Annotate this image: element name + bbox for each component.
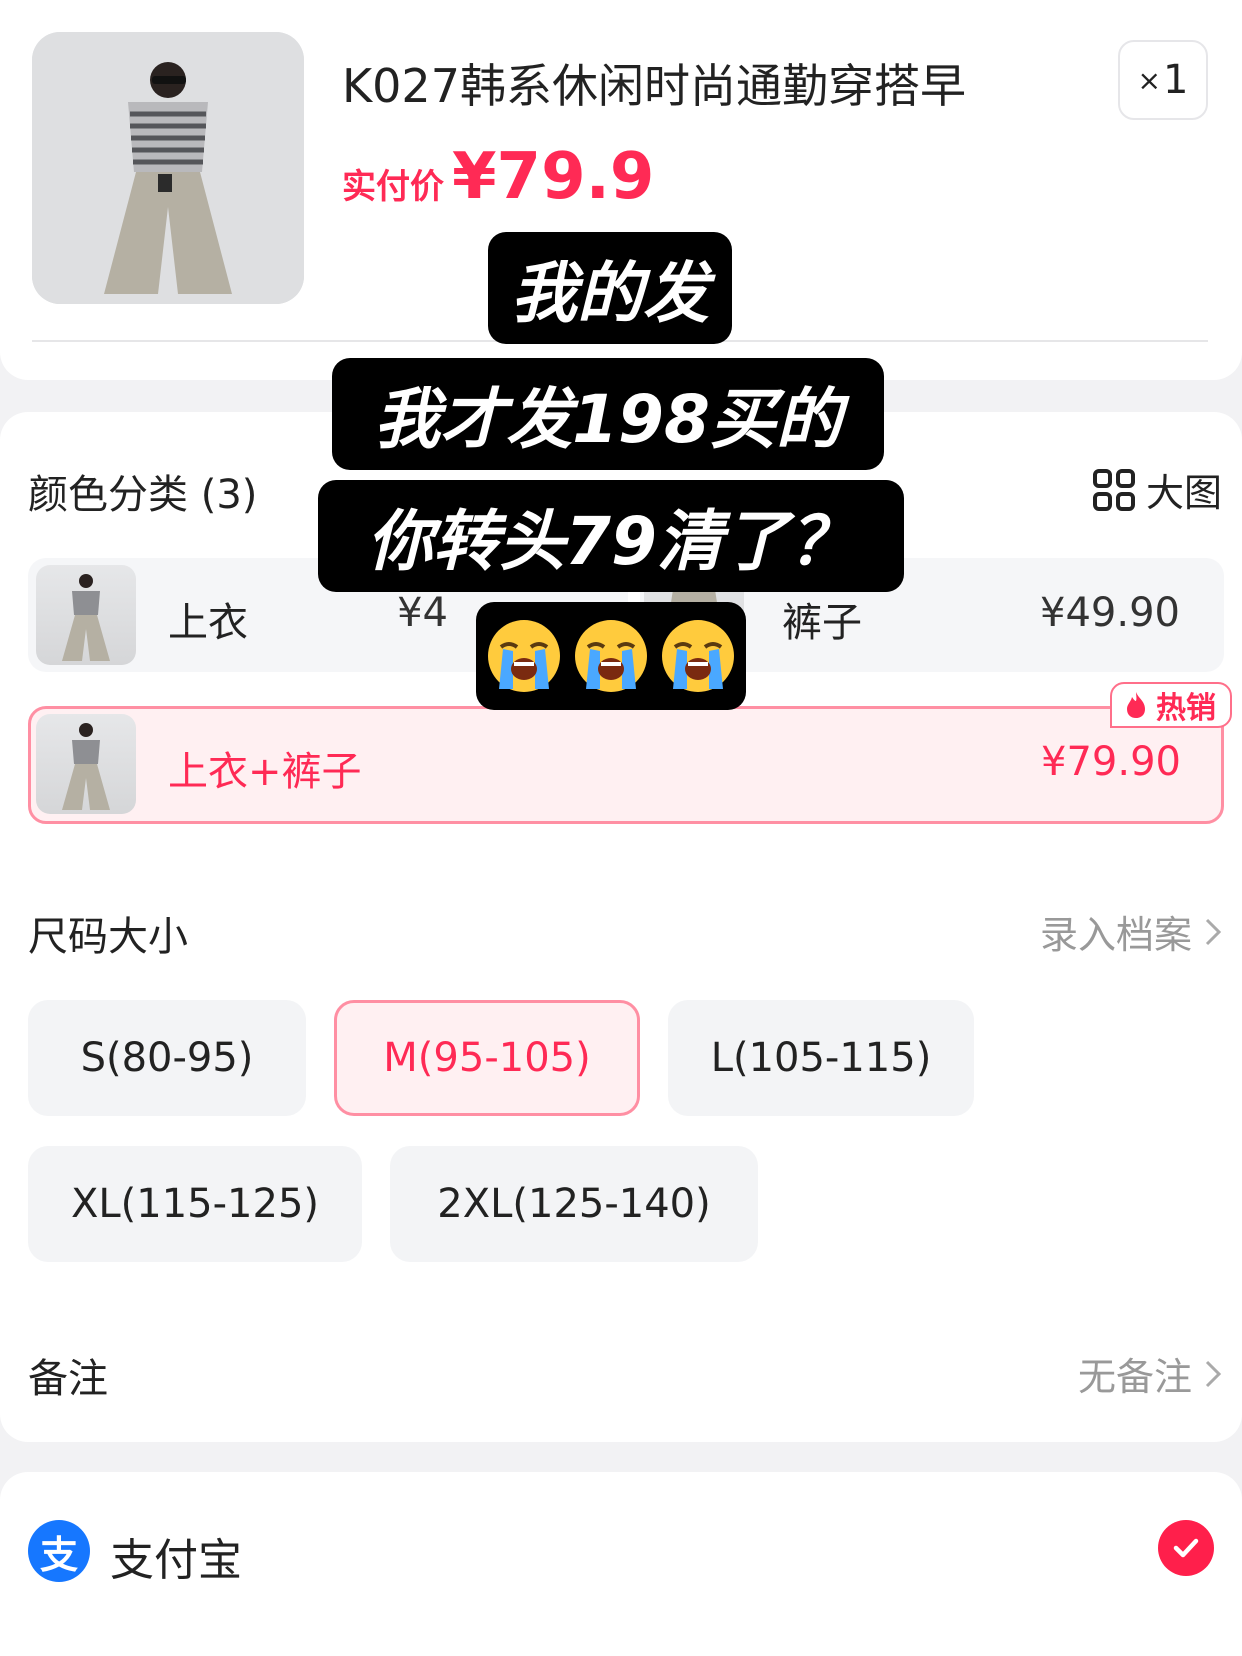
checkmark-icon[interactable] <box>1158 1520 1214 1576</box>
overlay-caption-line-1: 我的发 <box>488 232 732 344</box>
variant-thumb <box>36 565 136 665</box>
loudly-crying-face-icon <box>488 620 560 692</box>
price-value: ¥79.9 <box>452 140 655 214</box>
variant-thumb <box>36 714 136 814</box>
hot-badge: 热销 <box>1110 682 1232 728</box>
variant-price: ¥49.90 <box>1040 590 1180 636</box>
chevron-right-icon <box>1205 918 1222 945</box>
overlay-caption-line-3: 你转头79清了？ <box>318 480 904 592</box>
size-option-s[interactable]: S(80-95) <box>28 1000 306 1116</box>
alipay-icon: 支 <box>28 1520 90 1582</box>
crying-emoji-row <box>476 602 746 710</box>
color-section-title: 颜色分类 (3) <box>28 472 258 518</box>
note-section-title: 备注 <box>28 1356 108 1402</box>
note-value: 无备注 <box>1077 1355 1192 1399</box>
loudly-crying-face-icon <box>662 620 734 692</box>
note-link[interactable]: 无备注 <box>1078 1346 1222 1401</box>
payment-method-label[interactable]: 支付宝 <box>110 1524 242 1588</box>
variant-price: ¥79.90 <box>1041 739 1181 785</box>
view-large-button[interactable]: 大图 <box>1092 462 1222 517</box>
grid-icon <box>1092 468 1135 511</box>
size-option-2xl[interactable]: 2XL(125-140) <box>390 1146 758 1262</box>
price-label: 实付价 <box>342 167 444 207</box>
size-option-m[interactable]: M(95-105) <box>334 1000 640 1116</box>
flame-icon <box>1127 692 1145 718</box>
price-row: 实付价 ¥79.9 <box>342 140 654 214</box>
size-profile-link[interactable]: 录入档案 <box>1040 904 1222 959</box>
size-section-title: 尺码大小 <box>28 914 188 960</box>
size-option-l[interactable]: L(105-115) <box>668 1000 974 1116</box>
quantity-value: 1 <box>1163 57 1189 103</box>
size-option-xl[interactable]: XL(115-125) <box>28 1146 362 1262</box>
product-title: K027韩系休闲时尚通勤穿搭早 <box>342 59 966 113</box>
size-profile-label: 录入档案 <box>1039 913 1192 957</box>
chevron-right-icon <box>1205 1360 1222 1387</box>
overlay-caption-line-2: 我才发198买的 <box>332 358 884 470</box>
variant-label: 上衣 <box>168 600 248 646</box>
quantity-box[interactable]: × 1 <box>1118 40 1208 120</box>
variant-label: 裤子 <box>782 600 862 646</box>
variant-label: 上衣+裤子 <box>168 749 362 795</box>
loudly-crying-face-icon <box>575 620 647 692</box>
variant-top-and-pants[interactable]: 上衣+裤子 ¥79.90 <box>28 706 1224 824</box>
view-large-label: 大图 <box>1145 471 1222 515</box>
variant-price: ¥4 <box>397 590 448 636</box>
quantity-prefix: × <box>1137 63 1161 97</box>
product-image[interactable] <box>32 32 304 304</box>
hot-badge-label: 热销 <box>1156 691 1216 726</box>
